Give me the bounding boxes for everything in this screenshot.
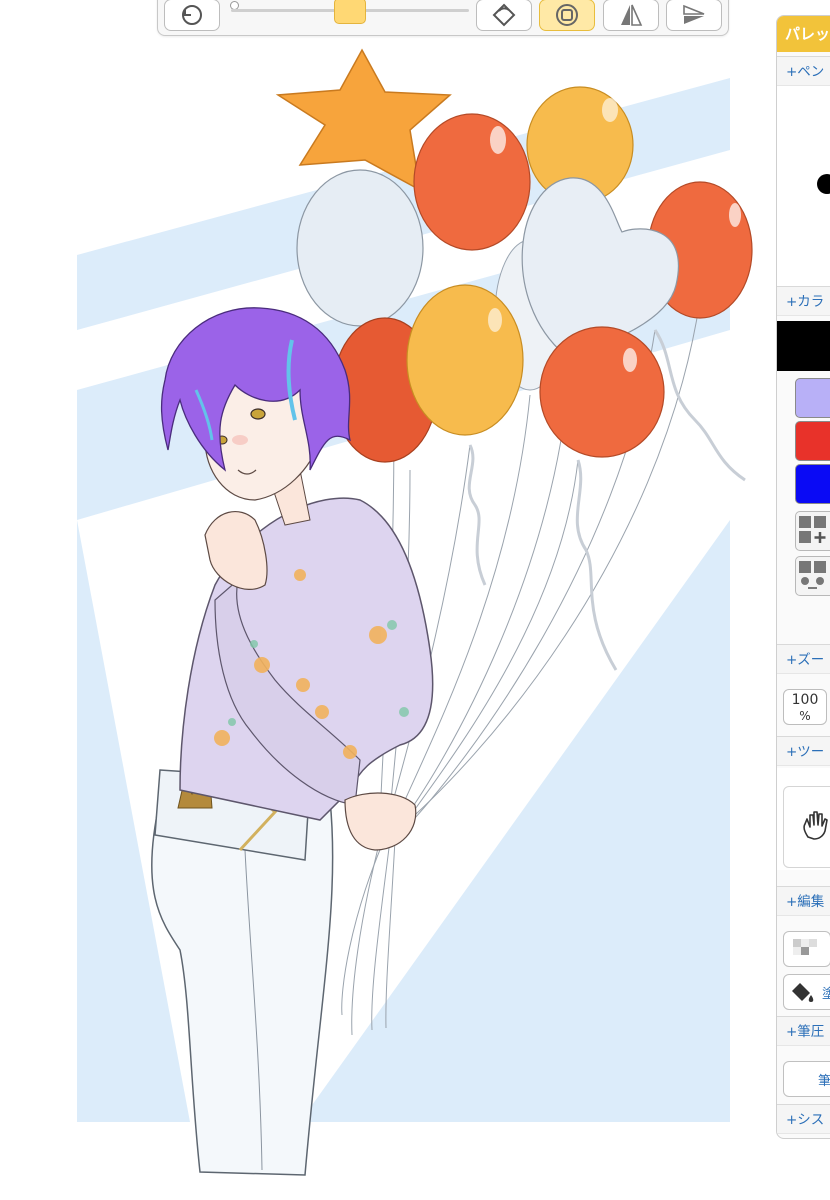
section-color[interactable]: +カラ	[777, 286, 830, 316]
white-balloon-left	[296, 169, 424, 327]
eye	[250, 408, 266, 420]
hand-tool-button[interactable]	[783, 786, 830, 868]
section-system[interactable]: +シス	[777, 1104, 830, 1134]
undo-icon	[182, 5, 202, 25]
flip-vertical-icon	[621, 4, 643, 26]
swap-swatch-button[interactable]	[795, 556, 830, 596]
flip-vertical-button[interactable]	[603, 0, 659, 31]
zoom-unit: %	[799, 709, 811, 723]
illustration	[77, 48, 753, 1176]
orange-balloon-bottom	[539, 326, 665, 458]
flip-horizontal-icon	[683, 4, 705, 24]
fill-button-label: 塗	[822, 983, 830, 1002]
swatch-lavender[interactable]	[795, 378, 830, 418]
hand-icon	[803, 811, 828, 840]
swatch-blue[interactable]	[795, 464, 830, 504]
grid-swap-icon	[799, 561, 826, 589]
paint-bucket-icon	[792, 983, 814, 1002]
section-pen[interactable]: +ペン	[777, 56, 830, 86]
zoom-value: 100	[791, 692, 819, 708]
rotate-button[interactable]	[476, 0, 532, 31]
grid-plus-icon	[799, 516, 826, 543]
rotate-icon	[492, 3, 516, 27]
size-slider-thumb[interactable]	[334, 0, 366, 24]
top-toolbar	[157, 0, 729, 36]
fill-button[interactable]: 塗	[783, 974, 830, 1010]
transparency-button[interactable]	[783, 931, 830, 967]
orange-balloon-top	[413, 113, 531, 251]
tool-area	[777, 768, 830, 870]
flip-horizontal-button[interactable]	[666, 0, 722, 31]
palette-panel: パレッ +ペン +カラ +ズー 100 % +ツー +編集 +筆圧 筆 +シス	[776, 15, 830, 1139]
add-swatch-button[interactable]	[795, 511, 830, 551]
pen-shape-button[interactable]	[539, 0, 595, 31]
drawing-canvas[interactable]	[0, 40, 770, 1200]
zoom-100-button[interactable]: 100 %	[783, 689, 827, 725]
checker-icon	[793, 939, 817, 955]
pen-shape-icon	[556, 4, 578, 26]
section-zoom[interactable]: +ズー	[777, 644, 830, 674]
pressure-button[interactable]: 筆	[783, 1061, 830, 1097]
yellow-balloon-middle	[406, 284, 524, 436]
section-tool[interactable]: +ツー	[777, 736, 830, 766]
swatch-red[interactable]	[795, 421, 830, 461]
pen-size-dot	[817, 174, 830, 194]
section-pressure[interactable]: +筆圧	[777, 1016, 830, 1046]
palette-title[interactable]: パレッ	[777, 16, 830, 52]
current-color[interactable]	[777, 321, 830, 371]
pen-preview	[777, 86, 830, 286]
undo-button[interactable]	[164, 0, 220, 31]
section-edit[interactable]: +編集	[777, 886, 830, 916]
pressure-button-label: 筆	[818, 1073, 830, 1089]
